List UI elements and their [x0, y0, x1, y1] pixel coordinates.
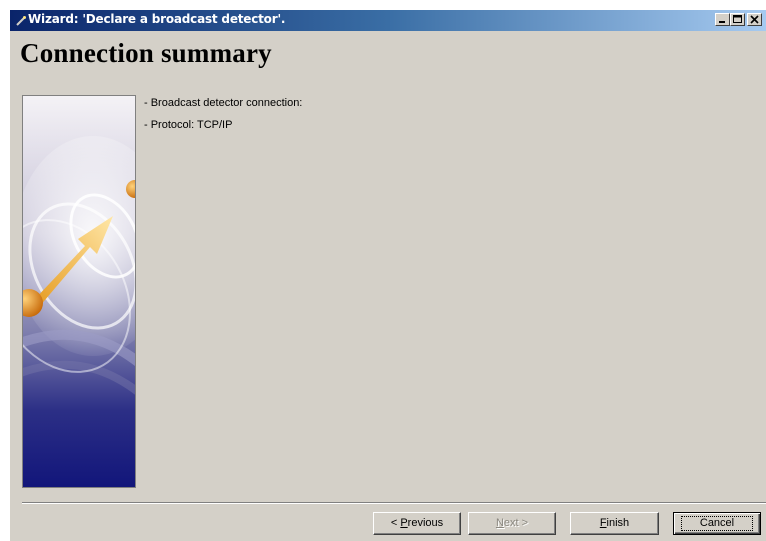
cancel-label: Cancel	[680, 516, 754, 531]
cancel-button[interactable]: Cancel	[673, 512, 761, 535]
previous-mnemonic: P	[400, 517, 408, 529]
window-title: Wizard: 'Declare a broadcast detector'.	[28, 12, 286, 26]
previous-label-rest: revious	[407, 517, 444, 529]
finish-label-rest: inish	[606, 517, 630, 529]
page-title: Connection summary	[20, 38, 272, 68]
minimize-icon	[719, 21, 725, 23]
button-divider	[22, 502, 766, 504]
close-button[interactable]	[747, 13, 762, 26]
wizard-banner-image	[22, 95, 136, 488]
finish-mnemonic: F	[599, 517, 607, 529]
previous-button[interactable]: < Previous	[373, 512, 461, 535]
next-label-rest: ext >	[503, 517, 529, 529]
summary-line-connection: - Broadcast detector connection:	[144, 97, 303, 109]
connection-summary: - Broadcast detector connection: - Proto…	[144, 96, 302, 140]
close-icon	[750, 15, 759, 24]
maximize-icon	[733, 15, 742, 23]
summary-line-protocol: - Protocol: TCP/IP	[144, 119, 233, 131]
next-mnemonic: N	[495, 517, 504, 529]
minimize-button[interactable]	[715, 13, 730, 26]
finish-button[interactable]: Finish	[570, 512, 659, 535]
maximize-button[interactable]	[730, 13, 745, 26]
next-button[interactable]: Next >	[468, 512, 556, 535]
wizard-icon	[15, 14, 27, 26]
previous-prefix: <	[390, 517, 401, 529]
wizard-window: Wizard: 'Declare a broadcast detector'. …	[10, 10, 766, 541]
title-bar[interactable]: Wizard: 'Declare a broadcast detector'.	[10, 10, 766, 31]
